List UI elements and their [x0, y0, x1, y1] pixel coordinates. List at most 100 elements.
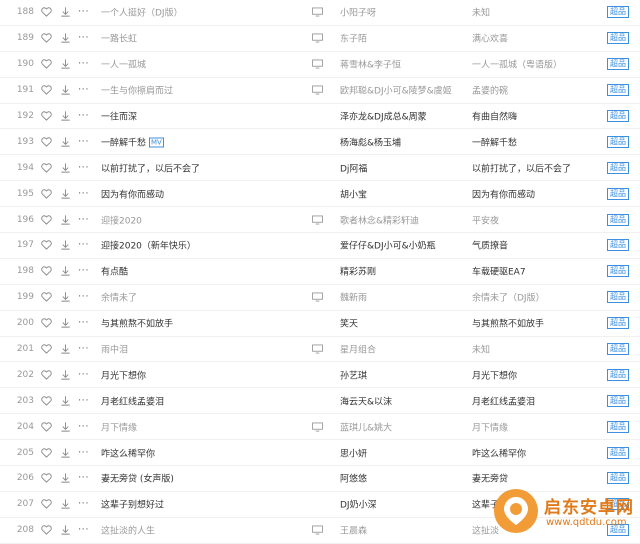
song-album[interactable]: 有曲自然嗨: [472, 110, 517, 123]
more-icon[interactable]: ···: [78, 59, 89, 70]
song-title[interactable]: 迎接2020（新年快乐）: [101, 239, 196, 252]
song-title[interactable]: 月老红线孟婆泪: [101, 394, 164, 407]
more-icon[interactable]: ···: [78, 344, 89, 355]
song-row[interactable]: 198 ··· 有点酷 精彩苏刚 车载硬驱EA7 超品: [0, 259, 640, 285]
download-icon[interactable]: [60, 188, 71, 199]
song-title[interactable]: 一生与你擦肩而过: [101, 84, 173, 97]
song-album[interactable]: 月老红线孟婆泪: [472, 394, 535, 407]
song-album[interactable]: 咋这么稀罕你: [472, 446, 526, 459]
heart-icon[interactable]: [41, 292, 52, 303]
download-icon[interactable]: [60, 7, 71, 18]
song-title[interactable]: 一往而深: [101, 110, 137, 123]
heart-icon[interactable]: [41, 33, 52, 44]
song-title[interactable]: 余情未了: [101, 291, 137, 304]
download-icon[interactable]: [60, 266, 71, 277]
more-icon[interactable]: ···: [78, 240, 89, 251]
heart-icon[interactable]: [41, 85, 52, 96]
download-icon[interactable]: [60, 395, 71, 406]
song-album[interactable]: 这扯淡: [472, 524, 499, 537]
song-row[interactable]: 195 ··· 因为有你而感动 胡小宝 因为有你而感动 超品: [0, 181, 640, 208]
song-album[interactable]: 平安夜: [472, 213, 499, 226]
song-title[interactable]: 一醉解千愁 MV: [101, 135, 164, 148]
song-title[interactable]: 一个人挺好（DJ版）: [101, 6, 183, 19]
more-icon[interactable]: ···: [78, 85, 89, 96]
more-icon[interactable]: ···: [78, 33, 89, 44]
download-icon[interactable]: [60, 111, 71, 122]
song-artist[interactable]: 王晨森: [340, 524, 367, 537]
download-icon[interactable]: [60, 136, 71, 147]
download-icon[interactable]: [60, 447, 71, 458]
more-icon[interactable]: ···: [78, 111, 89, 122]
download-icon[interactable]: [60, 240, 71, 251]
download-icon[interactable]: [60, 421, 71, 432]
heart-icon[interactable]: [41, 188, 52, 199]
song-artist[interactable]: 蒋雪林&李子恒: [340, 58, 401, 71]
download-icon[interactable]: [60, 369, 71, 380]
song-title[interactable]: 妻无旁贷 (女声版): [101, 472, 174, 485]
heart-icon[interactable]: [41, 344, 52, 355]
song-artist[interactable]: 精彩苏刚: [340, 265, 376, 278]
song-album[interactable]: 以前打扰了，以后不会了: [472, 161, 571, 174]
download-icon[interactable]: [60, 214, 71, 225]
song-row[interactable]: 190 ··· 一人一孤城 蒋雪林&李子恒 一人一孤城（粤语版） 超品: [0, 52, 640, 78]
heart-icon[interactable]: [41, 318, 52, 329]
song-title[interactable]: 月光下想你: [101, 368, 146, 381]
song-artist[interactable]: 海云天&以沫: [340, 394, 392, 407]
more-icon[interactable]: ···: [78, 136, 89, 147]
more-icon[interactable]: ···: [78, 292, 89, 303]
song-row[interactable]: 202 ··· 月光下想你 孙艺琪 月光下想你 超品: [0, 362, 640, 389]
song-album[interactable]: 未知: [472, 343, 490, 356]
song-row[interactable]: 196 ··· 迎接2020 歌者林念&精彩轩迪 平安夜 超品: [0, 207, 640, 234]
heart-icon[interactable]: [41, 111, 52, 122]
song-row[interactable]: 205 ··· 咋这么稀罕你 思小妍 咋这么稀罕你 超品: [0, 440, 640, 467]
song-row[interactable]: 201 ··· 雨中泪 星月组合 未知 超品: [0, 337, 640, 363]
song-artist[interactable]: 欧邦聪&DJ小可&陵梦&虞姬: [340, 84, 452, 97]
song-title[interactable]: 雨中泪: [101, 343, 128, 356]
song-album[interactable]: 妻无旁贷: [472, 472, 508, 485]
more-icon[interactable]: ···: [78, 162, 89, 173]
song-album[interactable]: 余情未了（DJ版）: [472, 291, 545, 304]
song-album[interactable]: 月下情缘: [472, 420, 508, 433]
song-title[interactable]: 这辈子别想好过: [101, 498, 164, 511]
song-album[interactable]: 这辈子别想好过: [472, 498, 535, 511]
song-artist[interactable]: 魏新雨: [340, 291, 367, 304]
song-row[interactable]: 204 ··· 月下情缘 蓝琪儿&姚大 月下情缘 超品: [0, 414, 640, 441]
song-row[interactable]: 203 ··· 月老红线孟婆泪 海云天&以沫 月老红线孟婆泪 超品: [0, 388, 640, 415]
song-row[interactable]: 194 ··· 以前打扰了，以后不会了 Dj阿福 以前打扰了，以后不会了 超品: [0, 155, 640, 182]
more-icon[interactable]: ···: [78, 318, 89, 329]
song-title[interactable]: 与其煎熬不如放手: [101, 317, 173, 330]
song-album[interactable]: 满心欢喜: [472, 32, 508, 45]
song-row[interactable]: 208 ··· 这扯淡的人生 王晨森 这扯淡 超品: [0, 518, 640, 544]
more-icon[interactable]: ···: [78, 447, 89, 458]
song-row[interactable]: 189 ··· 一路长虹 东子陌 满心欢喜 超品: [0, 26, 640, 52]
song-album[interactable]: 一人一孤城（粤语版）: [472, 58, 562, 71]
song-artist[interactable]: 东子陌: [340, 32, 367, 45]
song-album[interactable]: 与其煎熬不如放手: [472, 317, 544, 330]
song-album[interactable]: 车载硬驱EA7: [472, 265, 526, 278]
song-artist[interactable]: Dj阿福: [340, 161, 367, 174]
heart-icon[interactable]: [41, 136, 52, 147]
more-icon[interactable]: ···: [78, 525, 89, 536]
heart-icon[interactable]: [41, 473, 52, 484]
more-icon[interactable]: ···: [78, 214, 89, 225]
song-artist[interactable]: 星月组合: [340, 343, 376, 356]
song-artist[interactable]: 歌者林念&精彩轩迪: [340, 213, 419, 226]
more-icon[interactable]: ···: [78, 421, 89, 432]
song-row[interactable]: 191 ··· 一生与你擦肩而过 欧邦聪&DJ小可&陵梦&虞姬 孟婆的碗 超品: [0, 78, 640, 104]
more-icon[interactable]: ···: [78, 266, 89, 277]
heart-icon[interactable]: [41, 266, 52, 277]
more-icon[interactable]: ···: [78, 395, 89, 406]
song-title[interactable]: 这扯淡的人生: [101, 524, 155, 537]
heart-icon[interactable]: [41, 395, 52, 406]
download-icon[interactable]: [60, 162, 71, 173]
heart-icon[interactable]: [41, 7, 52, 18]
download-icon[interactable]: [60, 344, 71, 355]
song-album[interactable]: 未知: [472, 6, 490, 19]
song-title[interactable]: 一路长虹: [101, 32, 137, 45]
song-row[interactable]: 197 ··· 迎接2020（新年快乐） 爱仔仔&DJ小可&小奶瓶 气质撩音 超品: [0, 233, 640, 259]
more-icon[interactable]: ···: [78, 188, 89, 199]
heart-icon[interactable]: [41, 240, 52, 251]
song-title[interactable]: 以前打扰了，以后不会了: [101, 161, 200, 174]
heart-icon[interactable]: [41, 214, 52, 225]
song-album[interactable]: 一醉解千愁: [472, 135, 517, 148]
